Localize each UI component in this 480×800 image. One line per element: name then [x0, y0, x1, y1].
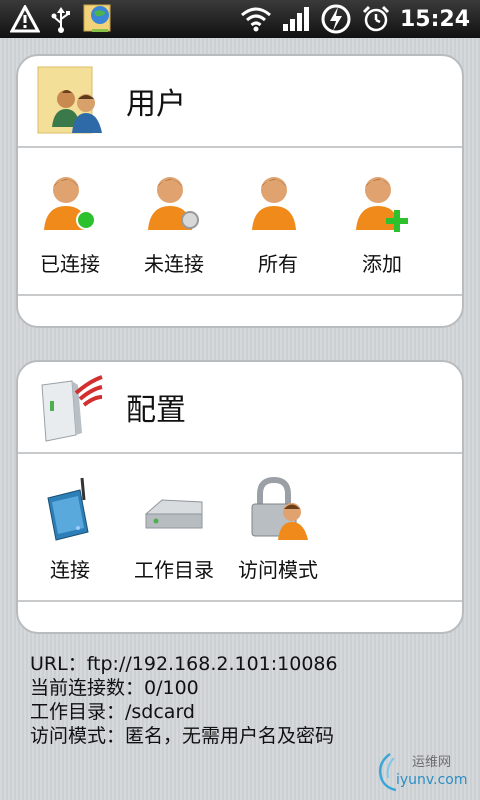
user-add-icon: [356, 177, 408, 232]
work-directory-label: 工作目录: [134, 558, 214, 582]
status-bar: 15:24: [0, 0, 480, 38]
users-title: 用户: [126, 87, 186, 122]
all-users-label: 所有: [258, 252, 298, 276]
add-user-label: 添加: [362, 252, 402, 276]
disconnected-users-button[interactable]: 未连接: [122, 170, 226, 277]
alarm-icon: [362, 5, 390, 33]
users-folder-icon: [37, 66, 102, 134]
lock-user-icon: [251, 476, 308, 540]
signal-icon: [282, 6, 310, 32]
drive-icon: [144, 499, 203, 529]
svg-text:iyunv.com: iyunv.com: [396, 772, 467, 788]
work-directory-button[interactable]: 工作目录: [122, 476, 226, 583]
battery-charging-icon: [320, 3, 352, 35]
access-mode-line: 访问模式：匿名，无需用户名及密码: [30, 725, 335, 747]
users-card: 用户 已连接 未连接 所有 添加: [16, 54, 464, 328]
access-mode-button[interactable]: 访问模式: [226, 476, 330, 583]
user-all-icon: [252, 177, 296, 230]
users-card-header[interactable]: 用户: [18, 56, 462, 148]
users-actions: 已连接 未连接 所有 添加: [18, 148, 462, 296]
server-wireless-icon: [41, 375, 103, 442]
connection-count-line: 当前连接数：0/100: [30, 677, 199, 699]
user-disconnected-icon: [148, 177, 199, 230]
wifi-icon: [240, 6, 272, 32]
users-card-footer: [18, 296, 462, 326]
disconnected-users-label: 未连接: [144, 252, 204, 276]
work-dir-line: 工作目录：/sdcard: [30, 701, 195, 723]
connection-settings-button[interactable]: 连接: [18, 476, 122, 583]
server-info: URL：ftp://192.168.2.101:10086 当前连接数：0/10…: [30, 652, 450, 748]
connection-settings-label: 连接: [50, 558, 90, 582]
watermark-logo: 运维网 iyunv.com: [379, 752, 467, 792]
config-card: 配置 连接 工作目录 访问模式: [16, 360, 464, 634]
warning-icon: [10, 5, 40, 33]
all-users-button[interactable]: 所有: [226, 170, 330, 277]
config-card-header[interactable]: 配置: [18, 362, 462, 454]
router-icon: [47, 477, 89, 541]
config-actions: 连接 工作目录 访问模式: [18, 454, 462, 602]
access-mode-label: 访问模式: [238, 558, 318, 582]
add-user-button[interactable]: 添加: [330, 170, 434, 277]
clock-time: 15:24: [399, 6, 470, 32]
connected-users-label: 已连接: [40, 252, 100, 276]
config-card-footer: [18, 602, 462, 632]
connected-users-button[interactable]: 已连接: [18, 170, 122, 277]
user-connected-icon: [44, 177, 96, 230]
url-line: URL：ftp://192.168.2.101:10086: [30, 653, 338, 675]
svg-text:运维网: 运维网: [412, 755, 451, 770]
ftp-server-icon: [82, 3, 114, 35]
config-title: 配置: [126, 393, 186, 428]
usb-icon: [50, 5, 72, 33]
